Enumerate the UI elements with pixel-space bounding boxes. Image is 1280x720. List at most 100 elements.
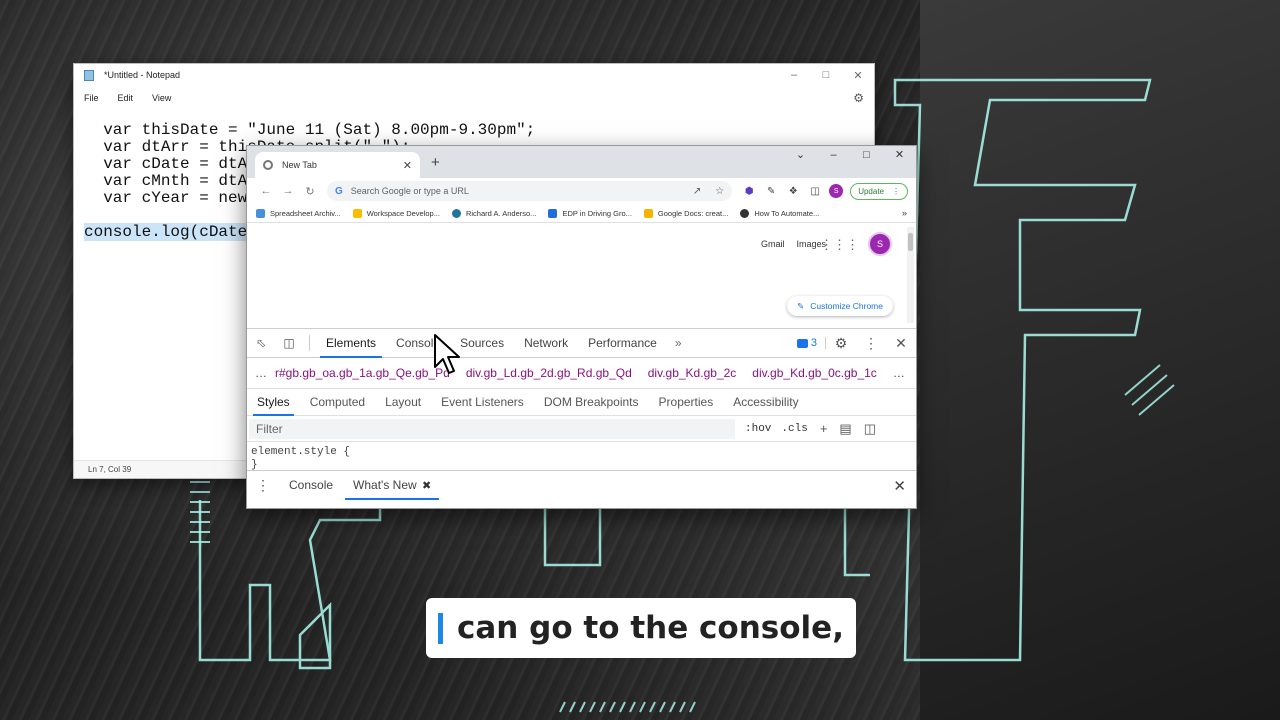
- styles-filter-bar: Filter :hov .cls + ▤ ◫: [247, 416, 916, 442]
- subtab-event-listeners[interactable]: Event Listeners: [431, 389, 534, 416]
- bookmark-item[interactable]: How To Automate...: [740, 208, 820, 218]
- extension-pen-icon[interactable]: ✎: [760, 186, 782, 197]
- address-bar[interactable]: G Search Google or type a URL ↗ ☆: [327, 181, 733, 201]
- bookmark-label: Richard A. Anderso...: [465, 208, 537, 218]
- new-tab-plus-icon[interactable]: +: [431, 154, 440, 171]
- menu-view[interactable]: View: [152, 93, 171, 103]
- bookmark-star-icon[interactable]: ☆: [715, 186, 724, 197]
- close-icon[interactable]: ✖: [422, 480, 431, 492]
- forward-arrow-icon[interactable]: →: [277, 185, 299, 197]
- profile-avatar[interactable]: S: [829, 184, 844, 198]
- subtab-styles[interactable]: Styles: [247, 389, 300, 416]
- address-placeholder: Search Google or type a URL: [350, 186, 469, 196]
- update-button[interactable]: Update ⋮: [850, 182, 908, 200]
- caption-text: can go to the console,: [457, 610, 844, 646]
- tab-new-tab[interactable]: New Tab ✕: [255, 152, 420, 178]
- notepad-title-bar[interactable]: *Untitled - Notepad – □ ✕: [74, 64, 874, 86]
- settings-gear-icon[interactable]: ⚙: [826, 335, 856, 352]
- share-icon[interactable]: ↗: [693, 186, 701, 197]
- breadcrumb-item[interactable]: div.gb_Kd.gb_0c.gb_1c: [752, 366, 877, 380]
- bookmark-favicon-icon: [352, 208, 362, 218]
- drawer-tab-console[interactable]: Console: [279, 471, 343, 500]
- extensions-puzzle-icon[interactable]: ❖: [782, 186, 804, 197]
- extension-hexagon-icon[interactable]: ⬢: [738, 186, 760, 197]
- tab-elements[interactable]: Elements: [316, 328, 386, 358]
- minimize-button[interactable]: –: [778, 69, 810, 82]
- bookmark-item[interactable]: Google Docs: creat...: [643, 208, 728, 218]
- devtools-close-icon[interactable]: ✕: [886, 335, 916, 352]
- bookmark-item[interactable]: Workspace Develop...: [352, 208, 440, 218]
- bookmark-label: How To Automate...: [754, 208, 820, 218]
- breadcrumb-overflow-icon[interactable]: …: [893, 366, 905, 380]
- subtab-accessibility[interactable]: Accessibility: [723, 389, 808, 416]
- drawer-tab-whats-new[interactable]: What's New ✖: [343, 471, 441, 500]
- breadcrumb-item[interactable]: div.gb_Kd.gb_2c: [648, 366, 737, 380]
- maximize-button[interactable]: □: [850, 146, 883, 166]
- settings-icon[interactable]: ⚙: [853, 91, 864, 105]
- drawer-close-icon[interactable]: ✕: [893, 477, 906, 495]
- tab-search-chevron-icon[interactable]: ⌄: [784, 146, 817, 166]
- bookmark-item[interactable]: EDP in Driving Gro...: [548, 208, 632, 218]
- reload-icon[interactable]: ↻: [299, 185, 321, 198]
- drawer-menu-icon[interactable]: ⋮: [247, 477, 279, 494]
- bookmark-favicon-icon: [740, 208, 750, 218]
- subtab-computed[interactable]: Computed: [300, 389, 375, 416]
- cls-toggle[interactable]: .cls: [781, 423, 807, 435]
- more-tabs-chevron-icon[interactable]: »: [667, 336, 690, 350]
- subtab-properties[interactable]: Properties: [649, 389, 724, 416]
- breadcrumb-item[interactable]: r#gb.gb_oa.gb_1a.gb_Qe.gb_Pd: [275, 366, 450, 380]
- mouse-cursor-icon: [434, 334, 460, 374]
- close-button[interactable]: ✕: [842, 69, 874, 82]
- more-vert-icon[interactable]: ⋮: [856, 335, 886, 352]
- issues-count: 3: [810, 337, 817, 349]
- tab-close-icon[interactable]: ✕: [403, 159, 412, 172]
- breadcrumb-item[interactable]: div.gb_Ld.gb_2d.gb_Rd.gb_Qd: [466, 366, 632, 380]
- breadcrumb-overflow-icon[interactable]: …: [255, 366, 267, 380]
- chrome-window[interactable]: New Tab ✕ + ⌄ – □ ✕ ← → ↻ G Search Googl…: [246, 145, 917, 509]
- element-style-rule[interactable]: element.style {: [251, 446, 912, 459]
- inspect-element-icon[interactable]: ⬁: [247, 336, 275, 350]
- update-label: Update: [858, 186, 884, 196]
- customize-chrome-button[interactable]: ✎ Customize Chrome: [787, 296, 893, 316]
- notepad-icon: [84, 69, 94, 81]
- tab-strip: New Tab ✕ + ⌄ – □ ✕: [247, 146, 916, 178]
- tab-performance[interactable]: Performance: [578, 328, 667, 358]
- google-g-icon: G: [335, 185, 343, 197]
- back-arrow-icon[interactable]: ←: [255, 185, 277, 197]
- styles-filter-input[interactable]: Filter: [249, 418, 735, 439]
- hov-toggle[interactable]: :hov: [745, 423, 771, 435]
- gmail-link[interactable]: Gmail: [761, 239, 785, 249]
- menu-file[interactable]: File: [84, 93, 99, 103]
- dom-breadcrumb: … r#gb.gb_oa.gb_1a.gb_Qe.gb_Pd div.gb_Ld…: [247, 358, 916, 388]
- google-account-avatar[interactable]: S: [868, 232, 892, 256]
- maximize-button[interactable]: □: [810, 69, 842, 82]
- subtab-dom-breakpoints[interactable]: DOM Breakpoints: [534, 389, 649, 416]
- bookmark-label: Workspace Develop...: [366, 208, 440, 218]
- google-apps-grid-icon[interactable]: ⋮⋮⋮: [820, 237, 859, 253]
- minimize-button[interactable]: –: [817, 146, 850, 166]
- side-panel-icon[interactable]: ◫: [804, 186, 826, 197]
- issues-badge[interactable]: 3: [789, 337, 826, 349]
- subtab-layout[interactable]: Layout: [375, 389, 431, 416]
- tab-network[interactable]: Network: [514, 328, 578, 358]
- drawer-tab-label: What's New: [353, 478, 417, 492]
- bookmark-item[interactable]: Richard A. Anderso...: [451, 208, 537, 218]
- add-rule-plus-icon[interactable]: +: [820, 421, 828, 436]
- bookmark-favicon-icon: [256, 208, 265, 218]
- menu-edit[interactable]: Edit: [118, 93, 134, 103]
- subtitle-caption: can go to the console,: [426, 598, 856, 658]
- toggle-sidebar-icon[interactable]: ◫: [864, 421, 876, 437]
- device-toolbar-icon[interactable]: ◫: [275, 336, 303, 350]
- paint-brush-icon[interactable]: ▤: [839, 421, 851, 437]
- browser-toolbar: ← → ↻ G Search Google or type a URL ↗ ☆ …: [247, 178, 916, 204]
- bookmarks-overflow-icon[interactable]: »: [902, 208, 907, 218]
- bookmark-item[interactable]: Spreadsheet Archiv...: [256, 208, 341, 218]
- bookmark-label: EDP in Driving Gro...: [562, 208, 632, 218]
- customize-label: Customize Chrome: [810, 301, 883, 311]
- new-tab-page: Gmail Images ⋮⋮⋮ S ✎ Customize Chrome: [247, 223, 916, 328]
- bookmarks-bar: Spreadsheet Archiv... Workspace Develop.…: [247, 204, 916, 223]
- close-button[interactable]: ✕: [883, 146, 916, 166]
- notepad-menu-bar: File Edit View ⚙: [74, 86, 874, 110]
- pencil-icon: ✎: [797, 300, 805, 311]
- page-scrollbar[interactable]: [907, 227, 914, 323]
